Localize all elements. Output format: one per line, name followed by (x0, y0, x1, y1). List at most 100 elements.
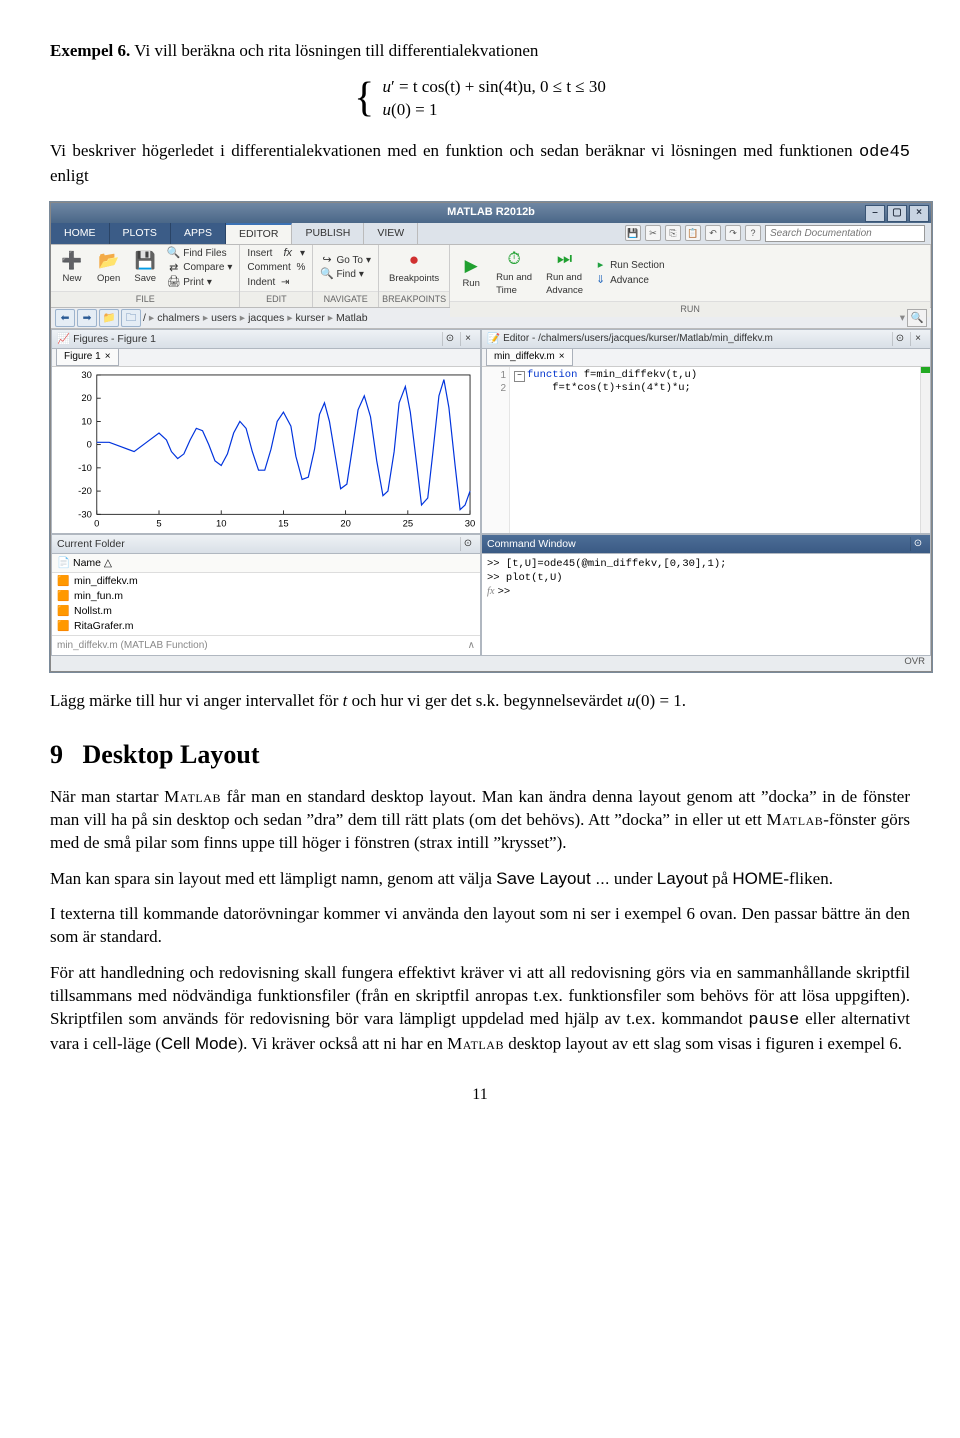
tab-publish[interactable]: PUBLISH (292, 223, 364, 244)
run-button[interactable]: ▶Run (455, 253, 487, 293)
section-icon: ▸ (594, 259, 607, 272)
minimize-button[interactable]: – (865, 205, 885, 222)
cmd-menu-button[interactable]: ⊙ (910, 537, 925, 551)
qa-redo-icon[interactable]: ↷ (725, 225, 741, 241)
m-file-icon: 🟧 (57, 605, 70, 617)
compare-icon: ⇄ (167, 261, 180, 274)
run-advance-button[interactable]: ⏭Run and Advance (541, 247, 588, 300)
dock-editor-button[interactable]: ⊙ (892, 332, 907, 346)
editor-file-tab[interactable]: min_diffekv.m× (486, 349, 573, 366)
para-1: När man startar Matlab får man en standa… (50, 786, 910, 855)
qa-cut-icon[interactable]: ✂ (645, 225, 661, 241)
print-button[interactable]: 🖨Print ▾ (165, 276, 234, 290)
file-item[interactable]: 🟧min_fun.m (52, 589, 480, 604)
note-paragraph: Lägg märke till hur vi anger intervallet… (50, 690, 910, 713)
svg-text:30: 30 (81, 370, 92, 381)
run-section-button[interactable]: ▸Run Section (592, 259, 666, 273)
folder-open-icon: 📂 (98, 250, 120, 272)
goto-icon: ↪ (320, 254, 333, 267)
cf-column-header[interactable]: 📄 Name △ (52, 554, 480, 573)
forward-button[interactable]: ➡ (77, 309, 97, 327)
svg-text:-30: -30 (78, 509, 92, 520)
fx-icon: fx (281, 247, 294, 260)
command-window[interactable]: >> [t,U]=ode45(@min_diffekv,[0,30],1); >… (481, 554, 931, 657)
m-file-icon: 🟧 (57, 620, 70, 632)
svg-text:-10: -10 (78, 463, 92, 474)
up-button[interactable]: 📁 (99, 309, 119, 327)
insert-button[interactable]: Insert fx ▾ (245, 247, 307, 261)
qa-copy-icon[interactable]: ⎘ (665, 225, 681, 241)
indent-button[interactable]: Indent ⇥ (245, 276, 307, 290)
quick-access: 💾 ✂ ⎘ 📋 ↶ ↷ ? (418, 223, 931, 244)
fold-icon[interactable]: − (514, 371, 525, 382)
cf-menu-button[interactable]: ⊙ (460, 537, 475, 551)
maximize-button[interactable]: ▢ (887, 205, 907, 222)
comment-button[interactable]: Comment % (245, 261, 307, 275)
para-3: I texterna till kommande datorövningar k… (50, 903, 910, 949)
breadcrumb[interactable]: /▸chalmers▸users▸jacques▸kurser▸Matlab (143, 311, 368, 325)
find-icon: 🔍 (320, 268, 333, 281)
browse-button[interactable]: 🗀 (121, 309, 141, 327)
close-pane-button[interactable]: × (460, 332, 475, 346)
qa-paste-icon[interactable]: 📋 (685, 225, 701, 241)
goto-button[interactable]: ↪Go To ▾ (318, 254, 373, 268)
intro-paragraph: Exempel 6. Vi vill beräkna och rita lösn… (50, 40, 910, 63)
tab-view[interactable]: VIEW (364, 223, 418, 244)
search-documentation[interactable] (765, 225, 925, 242)
back-button[interactable]: ⬅ (55, 309, 75, 327)
file-list: 🟧min_diffekv.m🟧min_fun.m🟧Nollst.m🟧RitaGr… (52, 573, 480, 635)
svg-text:20: 20 (81, 393, 92, 404)
editor-icon: 📝 (487, 332, 500, 346)
dock-button[interactable]: ⊙ (442, 332, 457, 346)
save-button[interactable]: 💾Save (129, 248, 161, 288)
tab-home[interactable]: HOME (51, 223, 110, 244)
message-bar (920, 367, 930, 534)
svg-text:10: 10 (216, 518, 227, 529)
compare-button[interactable]: ⇄Compare ▾ (165, 261, 234, 275)
code-editor[interactable]: −function f=min_diffekv(t,u) − f=t*cos(t… (510, 367, 920, 534)
find-files-button[interactable]: 🔍Find Files (165, 247, 234, 261)
qa-undo-icon[interactable]: ↶ (705, 225, 721, 241)
svg-text:10: 10 (81, 416, 92, 427)
close-editor-button[interactable]: × (910, 332, 925, 346)
para-2: Man kan spara sin layout med ett lämplig… (50, 868, 910, 891)
close-file-icon[interactable]: × (559, 350, 565, 364)
file-item[interactable]: 🟧RitaGrafer.m (52, 619, 480, 634)
search-folder-button[interactable]: 🔍 (907, 309, 927, 327)
save-icon: 💾 (134, 250, 156, 272)
svg-text:25: 25 (403, 518, 414, 529)
tab-editor[interactable]: EDITOR (226, 223, 292, 244)
m-file-icon: 🟧 (57, 575, 70, 587)
run-time-button[interactable]: ⏱Run and Time (491, 247, 537, 300)
tab-plots[interactable]: PLOTS (110, 223, 171, 244)
file-item[interactable]: 🟧Nollst.m (52, 604, 480, 619)
close-button[interactable]: × (909, 205, 929, 222)
svg-text:0: 0 (94, 518, 99, 529)
equation-block: { u′ = t cos(t) + sin(4t)u, 0 ≤ t ≤ 30 u… (50, 76, 910, 122)
new-file-icon: ➕ (61, 250, 83, 272)
clock-icon: ⏱ (503, 249, 525, 271)
qa-help-icon[interactable]: ? (745, 225, 761, 241)
tab-apps[interactable]: APPS (171, 223, 226, 244)
open-button[interactable]: 📂Open (92, 248, 125, 288)
advance-button[interactable]: ⇓Advance (592, 274, 666, 288)
figure-canvas: 051015202530-30-20-100102030 (52, 367, 480, 534)
figures-header: 📈 Figures - Figure 1 ⊙ × (51, 329, 481, 349)
figure-tab[interactable]: Figure 1× (56, 349, 119, 366)
find-button[interactable]: 🔍Find ▾ (318, 268, 373, 282)
para-4: För att handledning och redovisning skal… (50, 962, 910, 1056)
breakpoints-button[interactable]: ●Breakpoints (384, 248, 444, 288)
svg-text:30: 30 (465, 518, 476, 529)
svg-text:-20: -20 (78, 486, 92, 497)
new-button[interactable]: ➕New (56, 248, 88, 288)
run-icon: ▶ (460, 255, 482, 277)
svg-text:0: 0 (87, 439, 92, 450)
qa-save-icon[interactable]: 💾 (625, 225, 641, 241)
breakpoint-icon: ● (403, 250, 425, 272)
window-title-bar: MATLAB R2012b – ▢ × (51, 203, 931, 223)
cf-status: min_diffekv.m (MATLAB Function)∧ (52, 635, 480, 656)
print-icon: 🖨 (167, 276, 180, 289)
close-tab-icon[interactable]: × (105, 350, 111, 364)
file-item[interactable]: 🟧min_diffekv.m (52, 574, 480, 589)
svg-text:15: 15 (278, 518, 289, 529)
